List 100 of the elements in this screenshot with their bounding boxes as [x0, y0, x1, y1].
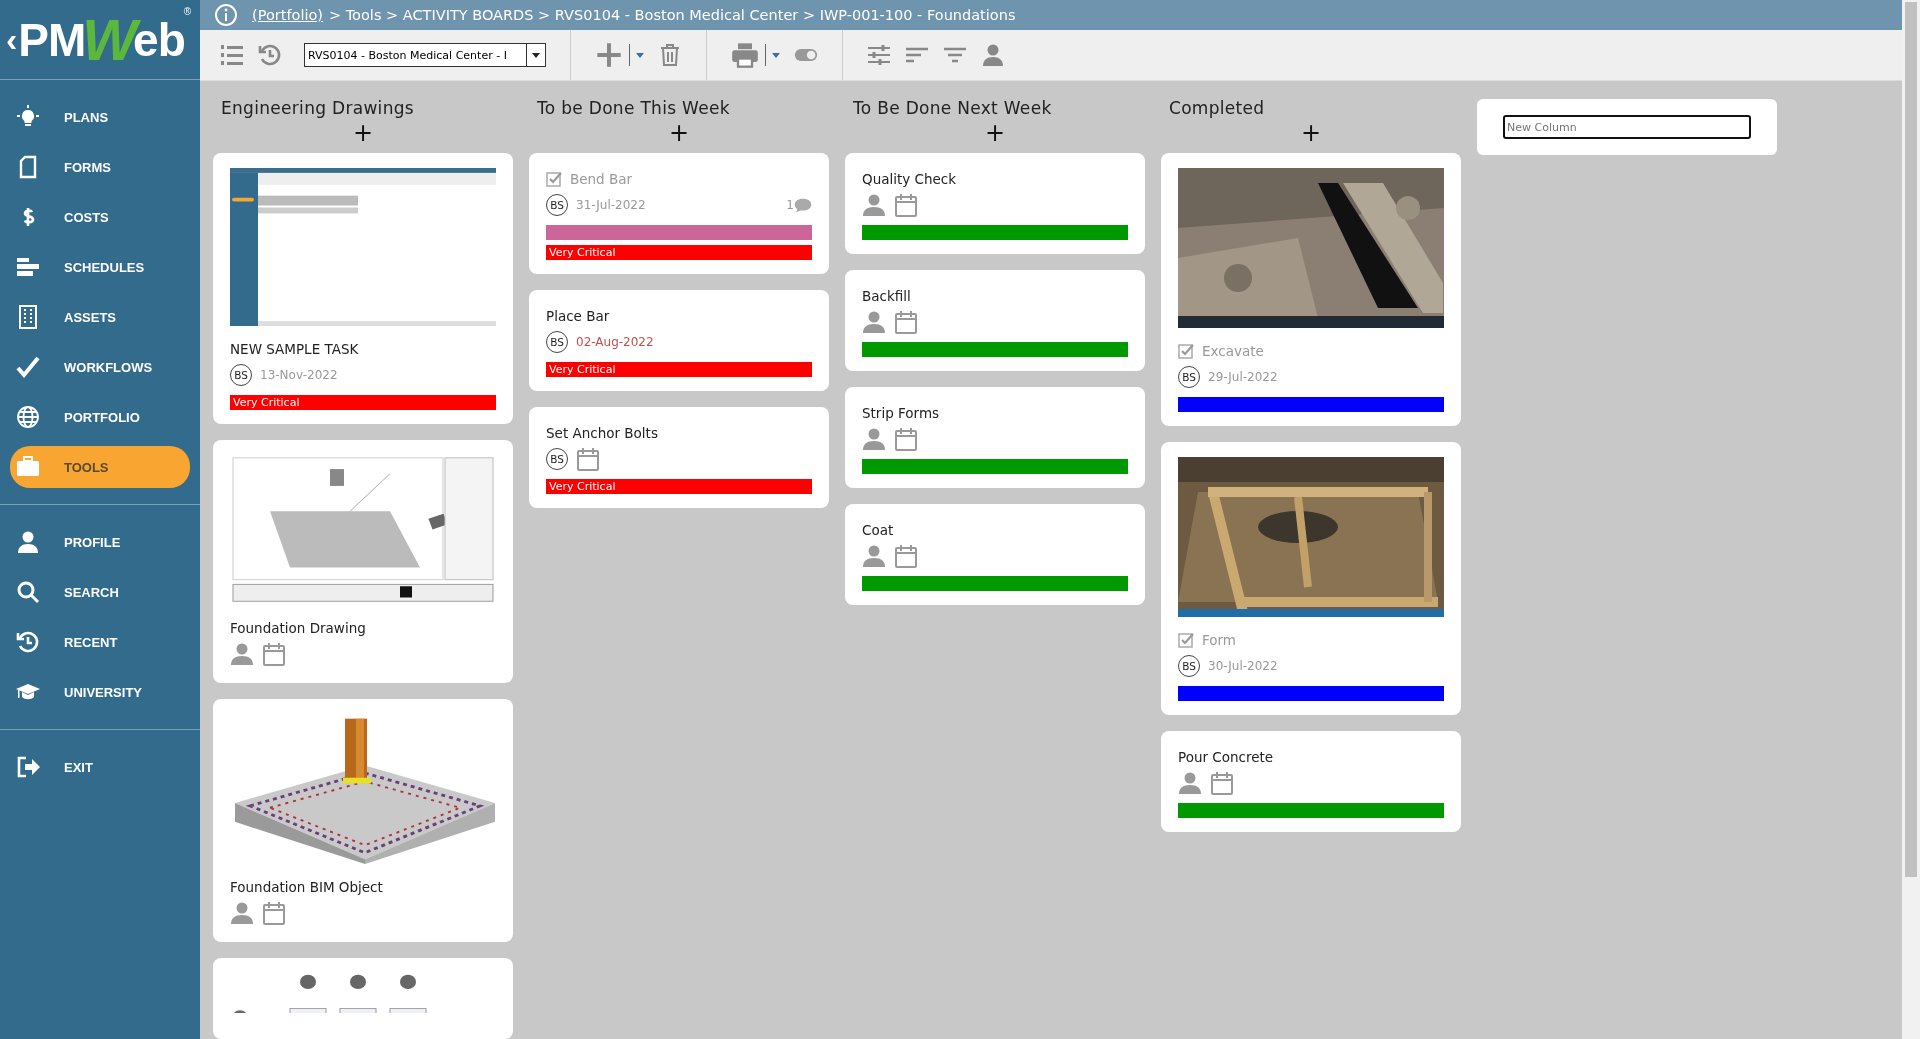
history-icon[interactable] — [258, 43, 282, 67]
priority-bar: Very Critical — [230, 395, 496, 410]
task-card[interactable]: Foundation BIM Object — [213, 699, 513, 942]
task-card[interactable]: Coat — [845, 504, 1145, 605]
nav-item[interactable]: WORKFLOWS — [10, 346, 190, 388]
card-title: Strip Forms — [862, 405, 940, 421]
trash-icon[interactable] — [658, 43, 682, 67]
search-icon — [16, 580, 40, 604]
project-select[interactable]: RVS0104 - Boston Medical Center - I — [304, 43, 546, 67]
add-icon[interactable] — [595, 41, 623, 69]
task-card[interactable]: Form BS 30-Jul-2022 — [1161, 442, 1461, 715]
caret-icon[interactable] — [772, 52, 780, 58]
task-card[interactable]: Set Anchor Bolts BS Very Critical — [529, 407, 829, 508]
calendar-icon[interactable] — [894, 310, 918, 334]
caret-icon[interactable] — [636, 52, 644, 58]
nav-item[interactable]: COSTS — [10, 196, 190, 238]
calendar-icon[interactable] — [576, 447, 600, 471]
add-card-button[interactable]: + — [980, 121, 1010, 145]
priority-bar: Very Critical — [546, 245, 812, 260]
task-card[interactable]: Pour Concrete — [1161, 731, 1461, 832]
info-icon[interactable] — [214, 3, 238, 27]
task-card[interactable]: NEW SAMPLE TASK BS 13-Nov-2022 Very Critical — [213, 153, 513, 424]
history-icon — [16, 630, 40, 654]
priority-bar: Very Critical — [546, 362, 812, 377]
scroll-thumb[interactable] — [1905, 2, 1917, 877]
nav-item[interactable]: PROFILE — [10, 521, 190, 563]
person-icon[interactable] — [862, 427, 886, 451]
nav-item[interactable]: PLANS — [10, 96, 190, 138]
task-card[interactable]: Bend Bar BS 31-Jul-2022 1 Very Critical — [529, 153, 829, 274]
person-icon — [16, 530, 40, 554]
task-card[interactable] — [213, 958, 513, 1039]
task-card[interactable]: Backfill — [845, 270, 1145, 371]
person-icon[interactable] — [230, 901, 254, 925]
nav-item[interactable]: ASSETS — [10, 296, 190, 338]
calendar-icon[interactable] — [894, 544, 918, 568]
bars-icon — [16, 255, 40, 279]
card-title: Form — [1202, 632, 1236, 648]
building-icon — [16, 305, 40, 329]
due-date: 30-Jul-2022 — [1208, 659, 1278, 673]
calendar-icon[interactable] — [894, 427, 918, 451]
card-title: Foundation BIM Object — [230, 879, 383, 895]
globe-icon — [16, 405, 40, 429]
nav-item[interactable]: FORMS — [10, 146, 190, 188]
breadcrumb-path: > Tools > ACTIVITY BOARDS > RVS0104 - Boston Medical Center > IWP-001-100 - Foundations — [328, 7, 1016, 23]
calendar-icon[interactable] — [1210, 771, 1234, 795]
due-date: 13-Nov-2022 — [260, 368, 338, 382]
checkbox[interactable] — [1178, 632, 1194, 648]
numbered-list-icon[interactable] — [220, 43, 244, 67]
add-card-button[interactable]: + — [1296, 121, 1326, 145]
person-icon[interactable] — [862, 544, 886, 568]
calendar-icon[interactable] — [262, 901, 286, 925]
check-icon — [16, 355, 40, 379]
task-card[interactable]: Foundation Drawing — [213, 440, 513, 683]
card-title: Quality Check — [862, 171, 957, 187]
comment-icon[interactable] — [794, 197, 812, 213]
calendar-icon[interactable] — [894, 193, 918, 217]
nav-item[interactable]: UNIVERSITY — [10, 671, 190, 713]
add-card-button[interactable]: + — [664, 121, 694, 145]
card-title: Pour Concrete — [1178, 749, 1274, 765]
nav-item[interactable]: EXIT — [10, 746, 190, 788]
column-title: Engineering Drawings — [220, 97, 415, 120]
scrollbar[interactable] — [1902, 0, 1920, 1039]
nav-item[interactable]: TOOLS — [10, 446, 190, 488]
card-title: NEW SAMPLE TASK — [230, 341, 359, 357]
person-icon[interactable] — [981, 43, 1005, 67]
card-title: Set Anchor Bolts — [546, 425, 658, 441]
print-icon[interactable] — [731, 41, 759, 69]
task-card[interactable]: Excavate BS 29-Jul-2022 — [1161, 153, 1461, 426]
person-icon[interactable] — [862, 310, 886, 334]
person-icon[interactable] — [230, 642, 254, 666]
priority-bar: Very Critical — [546, 479, 812, 494]
due-date: 02-Aug-2022 — [576, 335, 654, 349]
add-card-button[interactable]: + — [348, 121, 378, 145]
nav-item[interactable]: PORTFOLIO — [10, 396, 190, 438]
card-title: Coat — [862, 522, 894, 538]
card-title: Foundation Drawing — [230, 620, 366, 636]
nav-item[interactable]: SEARCH — [10, 571, 190, 613]
task-card[interactable]: Strip Forms — [845, 387, 1145, 488]
caret-icon — [532, 52, 540, 58]
due-date: 29-Jul-2022 — [1208, 370, 1278, 384]
checkbox[interactable] — [1178, 343, 1194, 359]
calendar-icon[interactable] — [262, 642, 286, 666]
nav-item[interactable]: SCHEDULES — [10, 246, 190, 288]
column-title: Completed — [1168, 97, 1266, 120]
task-card[interactable]: Place Bar BS 02-Aug-2022 Very Critical — [529, 290, 829, 391]
nav-item[interactable]: RECENT — [10, 621, 190, 663]
new-column-field[interactable]: New Column — [1503, 115, 1751, 139]
exit-icon — [16, 755, 40, 779]
card-title: Place Bar — [546, 308, 610, 324]
column-title: To Be Done Next Week — [852, 97, 1053, 120]
person-icon[interactable] — [862, 193, 886, 217]
briefcase-icon — [16, 455, 40, 479]
card-title: Bend Bar — [570, 171, 633, 187]
person-icon[interactable] — [1178, 771, 1202, 795]
task-card[interactable]: Quality Check — [845, 153, 1145, 254]
bulb-icon — [16, 105, 40, 129]
sliders-icon[interactable] — [867, 43, 891, 67]
card-title: Excavate — [1202, 343, 1264, 359]
comment-count: 1 — [786, 198, 794, 212]
checkbox[interactable] — [546, 171, 562, 187]
